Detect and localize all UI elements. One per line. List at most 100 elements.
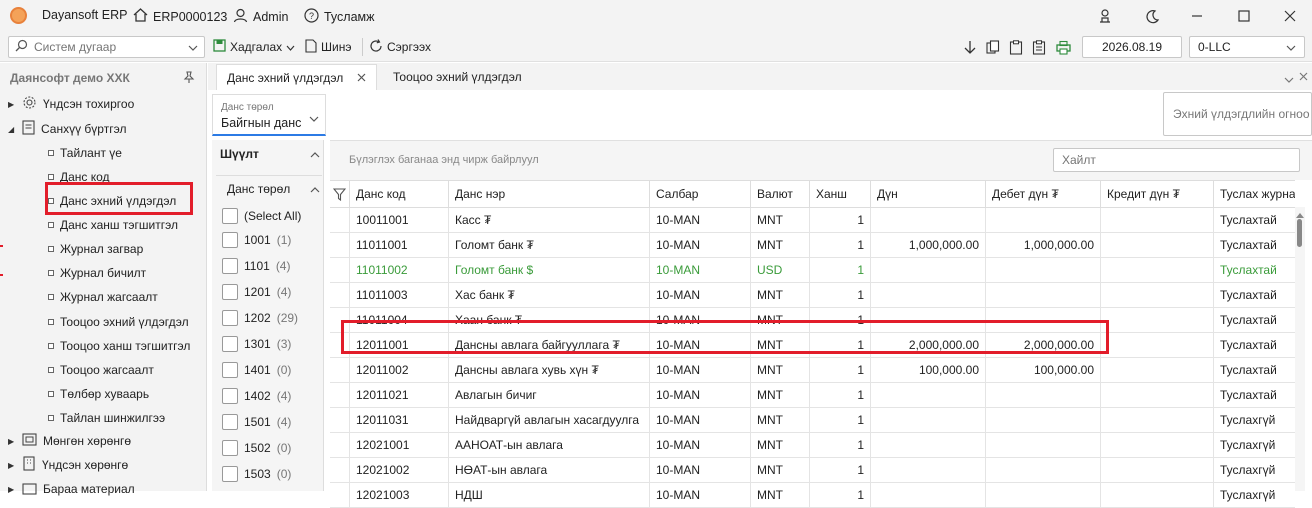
expand-arrow-icon[interactable]: ▶	[8, 485, 16, 494]
table-row[interactable]: 12011021 Авлагын бичиг 10-MAN MNT 1 Туслахтай	[330, 383, 1295, 408]
checkbox[interactable]	[222, 284, 238, 300]
table-cell-journal[interactable]: Туслахтай	[1214, 233, 1295, 258]
table-cell-code[interactable]: 11011003	[350, 283, 449, 308]
sidebar-item-finance[interactable]: ◢ Санхүү бүртгэл	[8, 118, 126, 140]
refresh-button[interactable]: Сэргээх	[369, 38, 431, 56]
column-header[interactable]: Данс нэр	[449, 181, 650, 207]
checkbox[interactable]	[222, 208, 238, 224]
checkbox[interactable]	[222, 336, 238, 352]
column-header[interactable]: Кредит дүн ₮	[1101, 181, 1214, 207]
table-cell-credit[interactable]	[1101, 358, 1214, 383]
checkbox[interactable]	[222, 388, 238, 404]
sidebar-item-general-settings[interactable]: ▶ Үндсэн тохиргоо	[8, 93, 134, 115]
row-indicator[interactable]	[330, 233, 350, 258]
collapse-arrow-icon[interactable]: ◢	[8, 125, 16, 134]
table-cell-credit[interactable]	[1101, 333, 1214, 358]
table-cell-branch[interactable]: 10-MAN	[650, 383, 751, 408]
filter-funnel-icon[interactable]	[330, 181, 350, 207]
expand-arrow-icon[interactable]: ▶	[8, 437, 16, 446]
table-cell-journal[interactable]: Туслахтай	[1214, 308, 1295, 333]
expand-arrow-icon[interactable]: ▶	[8, 461, 16, 470]
table-cell-credit[interactable]	[1101, 208, 1214, 233]
table-cell-debit[interactable]	[986, 258, 1101, 283]
table-cell-journal[interactable]: Туслахгүй	[1214, 433, 1295, 458]
table-cell-credit[interactable]	[1101, 433, 1214, 458]
table-row[interactable]: 12021001 ААНОАТ-ын авлага 10-MAN MNT 1 Туслах…	[330, 433, 1295, 458]
table-cell-rate[interactable]: 1	[810, 408, 871, 433]
table-cell-rate[interactable]: 1	[810, 358, 871, 383]
paste-icon[interactable]	[1008, 39, 1024, 55]
sidebar-item-cash[interactable]: ▶ Мөнгөн хөрөнгө	[8, 430, 131, 452]
table-cell-debit[interactable]	[986, 458, 1101, 483]
table-row[interactable]: 12021002 НӨАТ-ын авлага 10-MAN MNT 1 Туслахгү…	[330, 458, 1295, 483]
table-cell-journal[interactable]: Туслахгүй	[1214, 483, 1295, 508]
table-cell-code[interactable]: 10011001	[350, 208, 449, 233]
pin-icon[interactable]	[183, 71, 195, 87]
table-cell-code[interactable]: 12011002	[350, 358, 449, 383]
table-cell-currency[interactable]: MNT	[751, 383, 810, 408]
table-cell-branch[interactable]: 10-MAN	[650, 433, 751, 458]
table-cell-name[interactable]: Дансны авлага хувь хүн ₮	[449, 358, 650, 383]
table-cell-amount[interactable]	[871, 383, 986, 408]
sidebar-item-report-analysis[interactable]: Тайлан шинжилгээ	[48, 407, 165, 429]
clipboard-icon[interactable]	[1031, 39, 1047, 55]
table-cell-currency[interactable]: USD	[751, 258, 810, 283]
column-header[interactable]: Туслах журнал	[1214, 181, 1295, 207]
copy-icon[interactable]	[985, 39, 1001, 55]
tabs-close-icon[interactable]	[1299, 70, 1308, 84]
table-cell-name[interactable]: НӨАТ-ын авлага	[449, 458, 650, 483]
scrollbar-thumb[interactable]	[1297, 219, 1302, 247]
filter-option[interactable]: 1001 (1)	[222, 231, 291, 249]
table-cell-branch[interactable]: 10-MAN	[650, 458, 751, 483]
user-button[interactable]: Admin	[233, 8, 288, 26]
row-indicator[interactable]	[330, 408, 350, 433]
table-cell-currency[interactable]: MNT	[751, 433, 810, 458]
row-indicator[interactable]	[330, 358, 350, 383]
expand-arrow-icon[interactable]: ▶	[8, 100, 16, 109]
home-button[interactable]: ERP0000123	[133, 8, 227, 25]
sidebar-item-payment-schedule[interactable]: Төлбөр хуваарь	[48, 383, 149, 405]
filter-option[interactable]: 1201 (4)	[222, 283, 291, 301]
table-cell-branch[interactable]: 10-MAN	[650, 408, 751, 433]
sidebar-item-settlement-list[interactable]: Тооцоо жагсаалт	[48, 359, 154, 381]
table-cell-journal[interactable]: Туслахтай	[1214, 333, 1295, 358]
table-cell-amount[interactable]	[871, 283, 986, 308]
table-cell-journal[interactable]: Туслахтай	[1214, 208, 1295, 233]
sidebar-item-period[interactable]: Тайлант үе	[48, 142, 122, 164]
system-search-box[interactable]	[8, 36, 205, 58]
sidebar-item-journal-list[interactable]: Журнал жагсаалт	[48, 286, 158, 308]
account-type-select[interactable]: Данс төрөл Байгнын данс	[212, 94, 326, 136]
system-search-input[interactable]	[34, 40, 174, 54]
row-indicator[interactable]	[330, 458, 350, 483]
table-row[interactable]: 11011002 Голомт банк $10-MAN USD 1 Туслахтай	[330, 258, 1295, 283]
print-icon[interactable]	[1055, 39, 1071, 55]
table-cell-branch[interactable]: 10-MAN	[650, 358, 751, 383]
table-cell-journal[interactable]: Туслахтай	[1214, 258, 1295, 283]
table-cell-debit[interactable]: 100,000.00	[986, 358, 1101, 383]
checkbox[interactable]	[222, 362, 238, 378]
table-cell-rate[interactable]: 1	[810, 208, 871, 233]
table-cell-name[interactable]: Касс ₮	[449, 208, 650, 233]
dark-mode-icon[interactable]	[1141, 6, 1163, 26]
table-cell-amount[interactable]	[871, 208, 986, 233]
table-cell-name[interactable]: Голомт банк ₮	[449, 233, 650, 258]
table-cell-credit[interactable]	[1101, 483, 1214, 508]
filter-option[interactable]: (Select All)	[222, 207, 301, 225]
row-indicator[interactable]	[330, 283, 350, 308]
table-cell-rate[interactable]: 1	[810, 283, 871, 308]
save-dropdown-icon[interactable]	[286, 40, 295, 54]
table-cell-amount[interactable]	[871, 483, 986, 508]
table-row[interactable]: 12011031 Найдваргүй авлагын хасагдуулга 10…	[330, 408, 1295, 433]
table-cell-currency[interactable]: MNT	[751, 208, 810, 233]
sidebar-item-inventory[interactable]: ▶ Бараа материал	[8, 478, 135, 500]
table-cell-credit[interactable]	[1101, 283, 1214, 308]
table-cell-code[interactable]: 11011001	[350, 233, 449, 258]
table-cell-debit[interactable]	[986, 383, 1101, 408]
company-select[interactable]: 0-LLC	[1189, 36, 1305, 58]
column-header[interactable]: Дебет дүн ₮	[986, 181, 1101, 207]
checkbox[interactable]	[222, 258, 238, 274]
maximize-icon[interactable]	[1233, 6, 1255, 26]
table-cell-currency[interactable]: MNT	[751, 358, 810, 383]
table-cell-code[interactable]: 12021001	[350, 433, 449, 458]
table-cell-amount[interactable]: 100,000.00	[871, 358, 986, 383]
